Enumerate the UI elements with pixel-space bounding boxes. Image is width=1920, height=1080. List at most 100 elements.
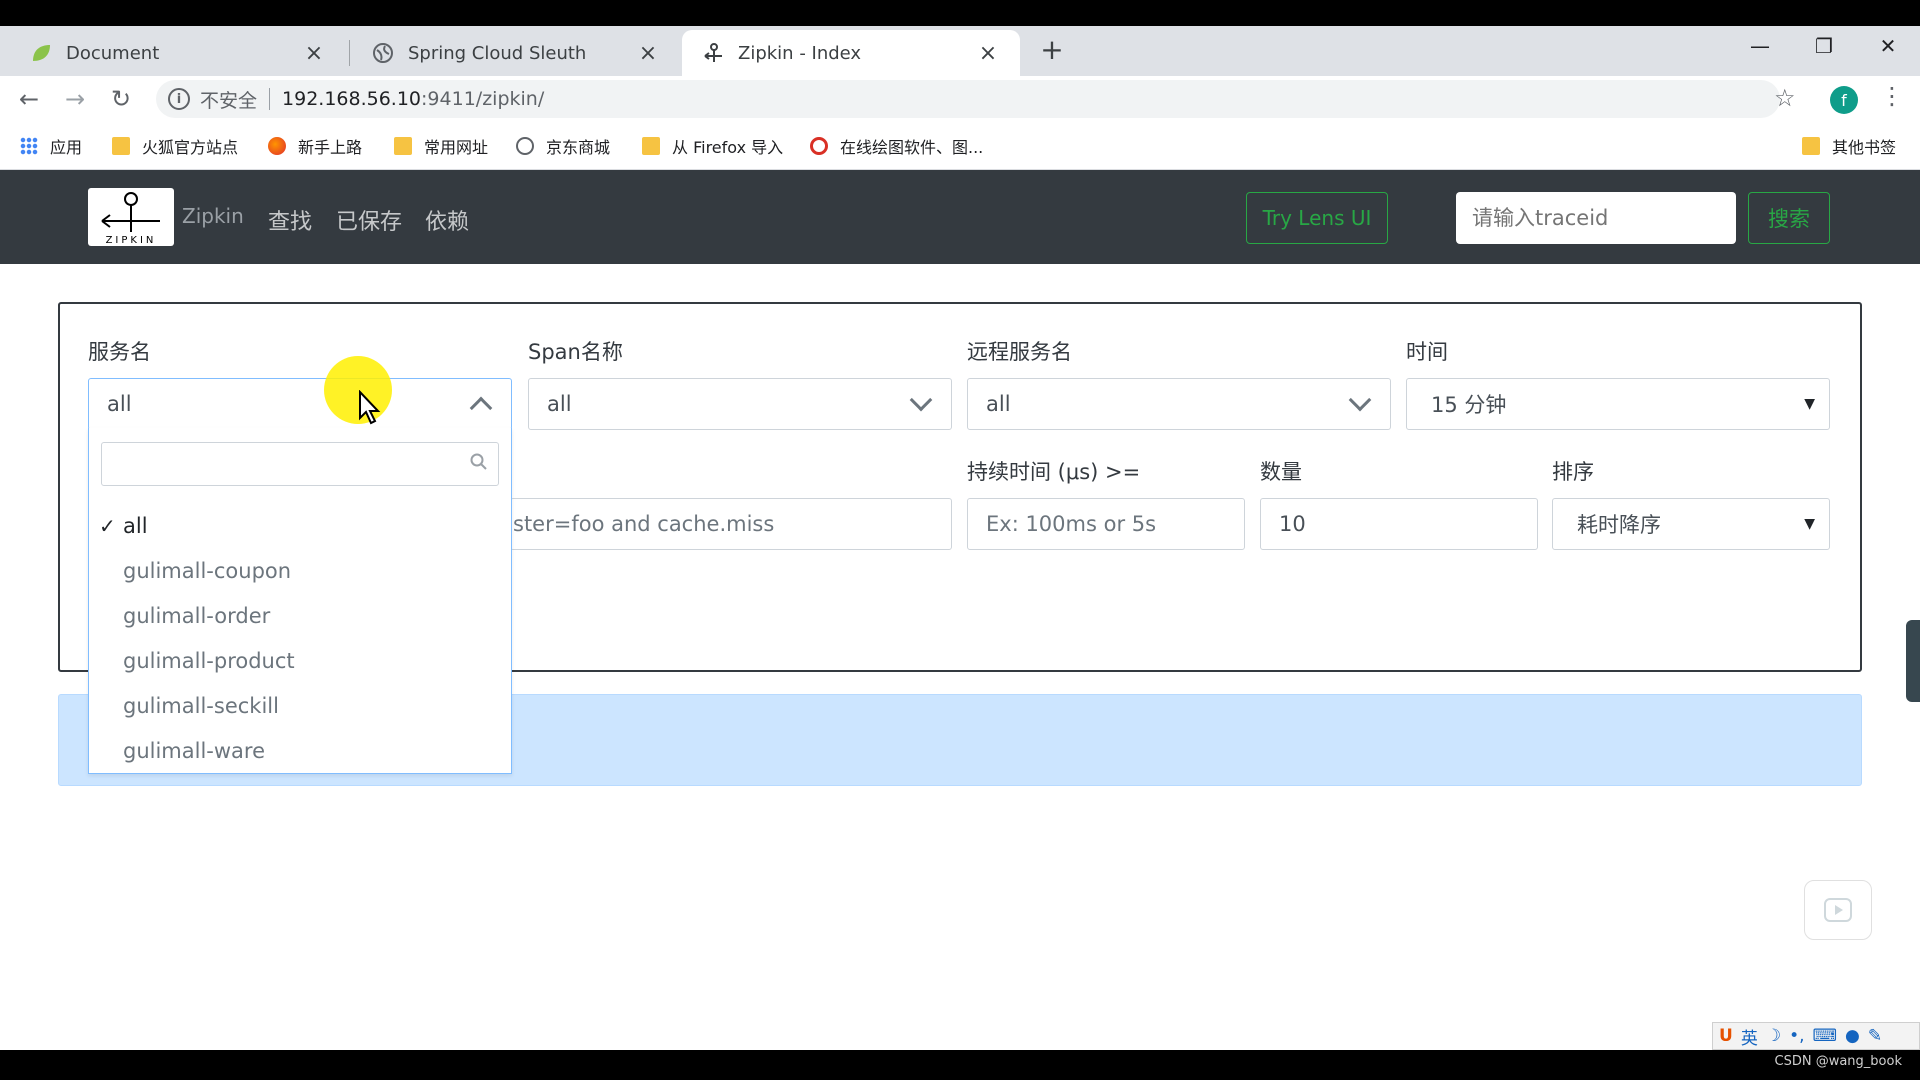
window-controls: — ❐ ✕	[1728, 26, 1920, 66]
search-button[interactable]: 搜索	[1748, 192, 1830, 244]
option-label: gulimall-product	[123, 649, 295, 673]
remote-service-select[interactable]: all	[967, 378, 1391, 430]
bookmark-jd[interactable]: 京东商城	[516, 134, 610, 158]
bookmark-label: 从 Firefox 导入	[672, 138, 784, 157]
ime-logo-icon: U	[1719, 1026, 1733, 1046]
bookmark-label: 其他书签	[1832, 138, 1897, 157]
annotation-query-input[interactable]: ster=foo and cache.miss	[510, 498, 952, 550]
back-icon[interactable]: ←	[12, 82, 46, 116]
restore-icon[interactable]: ❐	[1792, 26, 1856, 66]
nav-find[interactable]: 查找	[268, 204, 312, 236]
time-select[interactable]: 15 分钟 ▼	[1406, 378, 1830, 430]
service-name-label: 服务名	[88, 340, 151, 364]
chevron-up-icon	[469, 396, 493, 420]
address-bar[interactable]: i 不安全 192.168.56.10 :9411/zipkin/	[156, 80, 1780, 118]
bookmark-star-icon[interactable]: ☆	[1774, 84, 1796, 112]
watermark: CSDN @wang_book	[1774, 1054, 1902, 1069]
duration-label: 持续时间 (μs) >=	[967, 460, 1141, 484]
mouse-cursor-icon	[359, 390, 381, 425]
span-name-label: Span名称	[528, 340, 623, 364]
duration-input[interactable]: Ex: 100ms or 5s	[967, 498, 1245, 550]
select-value: all	[986, 392, 1011, 416]
select-value: 耗时降序	[1577, 513, 1661, 537]
globe-icon	[372, 42, 394, 64]
bookmark-firefox-import[interactable]: 从 Firefox 导入	[642, 134, 783, 158]
close-icon[interactable]: ×	[636, 41, 660, 66]
bookmark-other[interactable]: 其他书签	[1802, 134, 1896, 158]
reload-icon[interactable]: ↻	[104, 82, 138, 116]
apps-icon	[20, 137, 38, 155]
nav-dependencies[interactable]: 依赖	[425, 204, 469, 236]
dropdown-option[interactable]: gulimall-seckill	[89, 684, 511, 728]
select-value: all	[547, 392, 572, 416]
minimize-icon[interactable]: —	[1728, 26, 1792, 66]
dropdown-option[interactable]: gulimall-product	[89, 639, 511, 683]
info-icon[interactable]: i	[168, 88, 190, 110]
tab-strip: Document × Spring Cloud Sleuth × Zipkin …	[0, 26, 1920, 76]
traceid-input[interactable]	[1456, 192, 1736, 244]
play-icon	[1824, 898, 1852, 922]
chevron-down-icon	[909, 388, 933, 412]
limit-label: 数量	[1260, 460, 1302, 484]
chevron-down-icon	[1348, 388, 1372, 412]
nav-saved[interactable]: 已保存	[336, 204, 402, 236]
bookmark-getting-started[interactable]: 新手上路	[268, 134, 362, 158]
zipkin-logo[interactable]: ZIPKIN	[88, 188, 174, 246]
ime-language[interactable]: 英	[1741, 1024, 1758, 1049]
close-icon[interactable]: ×	[976, 41, 1000, 66]
tab-spring-cloud-sleuth[interactable]: Spring Cloud Sleuth ×	[352, 30, 680, 76]
folder-icon	[1802, 137, 1820, 155]
service-dropdown-menu: ✓ all gulimall-coupon gulimall-order gul…	[88, 428, 512, 774]
dropdown-option[interactable]: gulimall-coupon	[89, 549, 511, 593]
bookmark-firefox-site[interactable]: 火狐官方站点	[112, 134, 238, 158]
zipkin-navbar: ZIPKIN Zipkin 查找 已保存 依赖 Try Lens UI 搜索	[0, 170, 1920, 264]
moon-icon: ☽	[1765, 1026, 1782, 1046]
forward-icon[interactable]: →	[58, 82, 92, 116]
side-panel-handle[interactable]	[1906, 620, 1920, 702]
wrench-icon: ✎	[1867, 1026, 1883, 1046]
option-label: all	[123, 514, 148, 538]
caret-down-icon: ▼	[1804, 516, 1815, 532]
tab-zipkin-index[interactable]: Zipkin - Index ×	[682, 30, 1020, 76]
remote-service-label: 远程服务名	[967, 340, 1072, 364]
bookmark-apps[interactable]: 应用	[20, 134, 82, 158]
profile-avatar[interactable]: f	[1830, 86, 1858, 114]
sort-label: 排序	[1552, 460, 1594, 484]
limit-input[interactable]: 10	[1260, 498, 1538, 550]
tab-title: Zipkin - Index	[738, 42, 862, 64]
option-label: gulimall-seckill	[123, 694, 279, 718]
screen: Document × Spring Cloud Sleuth × Zipkin …	[0, 0, 1920, 1080]
span-name-select[interactable]: all	[528, 378, 952, 430]
bookmark-label: 火狐官方站点	[142, 138, 239, 157]
bookmark-online-drawing[interactable]: 在线绘图软件、图...	[810, 134, 983, 158]
new-tab-icon[interactable]: +	[1036, 34, 1068, 66]
menu-icon[interactable]: ⋮	[1880, 82, 1904, 110]
leaf-icon	[30, 42, 52, 64]
caret-down-icon: ▼	[1804, 396, 1815, 412]
ime-toolbar[interactable]: U 英 ☽ •, ⌨ ● ✎	[1712, 1022, 1920, 1050]
folder-icon	[642, 137, 660, 155]
try-lens-button[interactable]: Try Lens UI	[1246, 192, 1388, 244]
dropdown-option[interactable]: gulimall-order	[89, 594, 511, 638]
close-icon[interactable]: ×	[302, 41, 326, 66]
security-label: 不安全	[200, 89, 258, 112]
sort-select[interactable]: 耗时降序 ▼	[1552, 498, 1830, 550]
bookmark-label: 常用网址	[424, 138, 489, 157]
dropdown-option-all[interactable]: ✓ all	[89, 504, 511, 548]
service-name-select[interactable]: all	[88, 378, 512, 430]
close-window-icon[interactable]: ✕	[1856, 26, 1920, 66]
top-black-bar	[0, 0, 1920, 26]
svg-text:ZIPKIN: ZIPKIN	[106, 235, 157, 246]
tab-document[interactable]: Document ×	[10, 30, 346, 76]
brand-label[interactable]: Zipkin	[182, 204, 244, 228]
tab-title: Spring Cloud Sleuth	[408, 42, 587, 64]
bookmark-label: 京东商城	[546, 138, 611, 157]
play-button[interactable]	[1804, 880, 1872, 940]
divider	[269, 88, 271, 110]
time-label: 时间	[1406, 340, 1448, 364]
dropdown-option[interactable]: gulimall-ware	[89, 729, 511, 773]
bookmark-common-sites[interactable]: 常用网址	[394, 134, 488, 158]
dropdown-search-input[interactable]	[101, 442, 499, 486]
option-label: gulimall-order	[123, 604, 271, 628]
punctuation-icon: •,	[1789, 1026, 1805, 1046]
